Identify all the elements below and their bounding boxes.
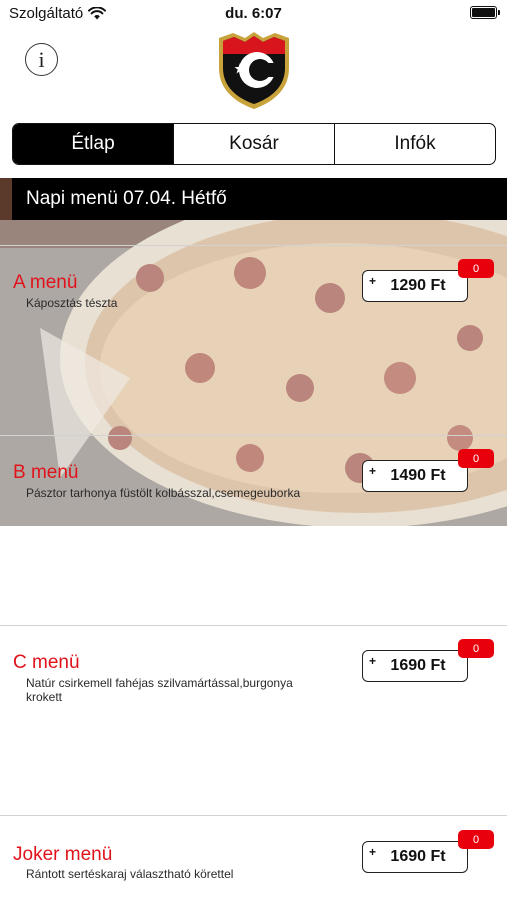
- plus-icon: +: [369, 845, 377, 859]
- plus-icon: +: [369, 654, 377, 668]
- status-bar: Szolgáltató du. 6:07: [0, 0, 507, 28]
- day-header: Napi menü 07.04. Hétfő: [12, 178, 507, 220]
- quantity-badge: 0: [458, 639, 494, 658]
- menu-item-name: A menü: [13, 272, 78, 293]
- menu-item-name: C menü: [13, 652, 80, 673]
- tab-kosar[interactable]: Kosár: [173, 124, 334, 164]
- quantity-badge: 0: [458, 830, 494, 849]
- shield-logo: [213, 30, 295, 110]
- menu-item: A menü Káposztás tészta + 1290 Ft 0: [0, 245, 507, 435]
- add-to-cart-button[interactable]: + 1490 Ft: [362, 460, 468, 492]
- price-label: 1490 Ft: [390, 467, 446, 484]
- add-to-cart-button[interactable]: + 1690 Ft: [362, 841, 468, 873]
- price-label: 1290 Ft: [390, 277, 446, 294]
- tab-etlap[interactable]: Étlap: [13, 124, 173, 164]
- add-to-cart-button[interactable]: + 1290 Ft: [362, 270, 468, 302]
- menu-item: C menü Natúr csirkemell fahéjas szilvamá…: [0, 625, 507, 815]
- menu-item-description: Rántott sertéskaraj választható körettel: [26, 867, 234, 881]
- add-to-cart-button[interactable]: + 1690 Ft: [362, 650, 468, 682]
- tab-bar: Étlap Kosár Infók: [12, 123, 496, 165]
- menu-item: B menü Pásztor tarhonya füstölt kolbássz…: [0, 435, 507, 625]
- menu-item-description: Natúr csirkemell fahéjas szilvamártással…: [26, 676, 293, 704]
- menu-item-description: Pásztor tarhonya füstölt kolbásszal,csem…: [26, 486, 301, 500]
- menu-item-name: B menü: [13, 462, 79, 483]
- status-time: du. 6:07: [225, 5, 282, 22]
- tab-infok[interactable]: Infók: [334, 124, 495, 164]
- quantity-badge: 0: [458, 259, 494, 278]
- plus-icon: +: [369, 464, 377, 478]
- quantity-badge: 0: [458, 449, 494, 468]
- menu-item-description: Káposztás tészta: [26, 296, 118, 310]
- menu-item-name: Joker menü: [13, 844, 113, 865]
- price-label: 1690 Ft: [390, 657, 446, 674]
- info-icon[interactable]: i: [25, 43, 58, 76]
- battery-icon: [470, 6, 500, 19]
- menu-item: Joker menü Rántott sertéskaraj választha…: [0, 815, 507, 900]
- price-label: 1690 Ft: [390, 848, 446, 865]
- plus-icon: +: [369, 274, 377, 288]
